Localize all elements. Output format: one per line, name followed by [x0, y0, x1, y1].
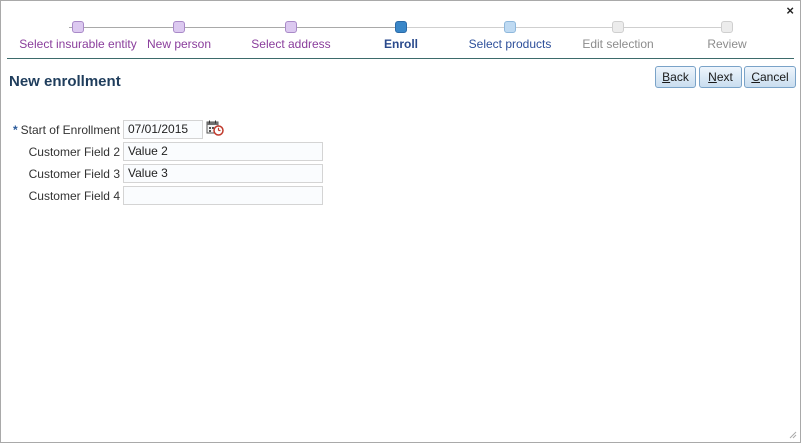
wizard-divider — [7, 58, 794, 59]
customer-field-3-row: Customer Field 3 — [1, 164, 120, 183]
enrollment-dialog: × Select insurable entity New person Sel… — [0, 0, 801, 443]
step-dot — [173, 21, 185, 33]
back-button[interactable]: Back — [655, 66, 696, 88]
customer-field-4-label: Customer Field 4 — [28, 189, 120, 203]
wizard-step-new-person[interactable]: New person — [114, 19, 244, 51]
next-accel: N — [708, 70, 717, 84]
step-dot — [504, 21, 516, 33]
wizard-step-review: Review — [662, 19, 792, 51]
start-enrollment-label-text: Start of Enrollment — [20, 123, 120, 137]
cancel-label: ancel — [759, 70, 789, 84]
wizard-progress: Select insurable entity New person Selec… — [1, 19, 801, 59]
required-marker: * — [12, 123, 18, 137]
cancel-accel: C — [751, 70, 760, 84]
close-icon[interactable]: × — [786, 4, 794, 18]
page-title: New enrollment — [9, 73, 121, 90]
customer-field-3-label: Customer Field 3 — [28, 167, 120, 181]
back-label: ack — [670, 70, 689, 84]
customer-field-2-input[interactable]: Value 2 — [123, 142, 323, 161]
calendar-clock-icon[interactable] — [206, 120, 224, 136]
step-dot — [72, 21, 84, 33]
back-accel: B — [662, 70, 671, 84]
step-dot — [721, 21, 733, 33]
step-label: New person — [146, 37, 212, 51]
start-enrollment-label: * Start of Enrollment — [13, 123, 120, 137]
customer-field-3-input[interactable]: Value 3 — [123, 164, 323, 183]
customer-field-2-label: Customer Field 2 — [28, 145, 120, 159]
start-enrollment-input[interactable]: 07/01/2015 — [123, 120, 203, 139]
customer-field-4-input[interactable] — [123, 186, 323, 205]
next-label: ext — [716, 70, 733, 84]
step-dot — [285, 21, 297, 33]
start-enrollment-row: * Start of Enrollment — [1, 120, 120, 139]
cancel-button[interactable]: Cancel — [744, 66, 796, 88]
step-dot — [612, 21, 624, 33]
step-label: Review — [707, 37, 747, 51]
customer-field-2-row: Customer Field 2 — [1, 142, 120, 161]
customer-field-4-row: Customer Field 4 — [1, 186, 120, 205]
resize-grip-icon[interactable] — [788, 430, 797, 439]
step-dot — [395, 21, 407, 33]
next-button[interactable]: Next — [699, 66, 742, 88]
